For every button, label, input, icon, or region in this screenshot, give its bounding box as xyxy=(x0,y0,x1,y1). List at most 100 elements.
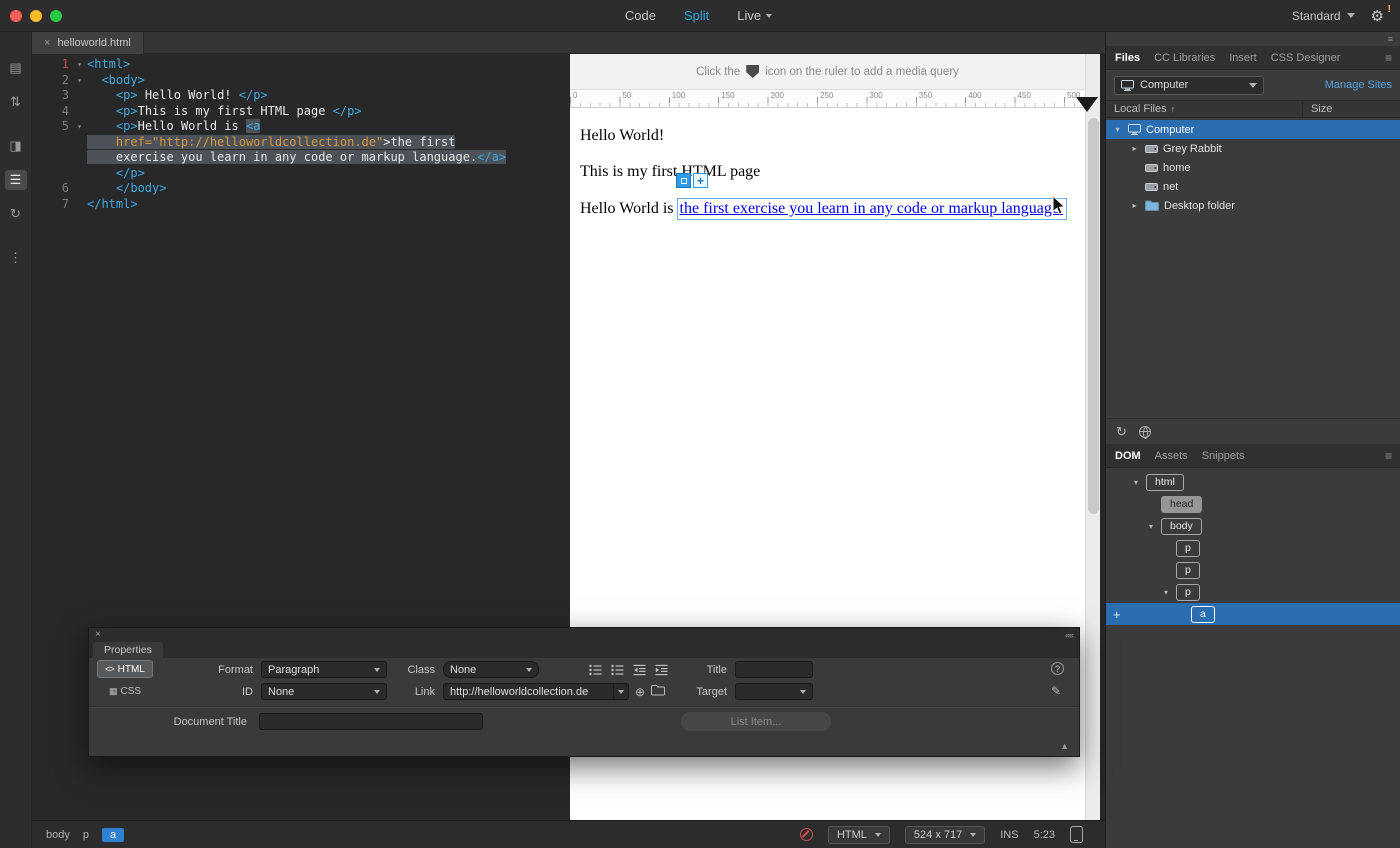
indent-icon[interactable] xyxy=(652,661,671,678)
chevron-down-icon[interactable] xyxy=(613,684,628,699)
properties-tab[interactable]: Properties xyxy=(93,642,163,658)
tab-assets[interactable]: Assets xyxy=(1155,450,1188,462)
dom-tag-pill[interactable]: a xyxy=(1191,606,1215,623)
live-view-options-icon[interactable]: ◨ xyxy=(5,136,27,156)
tab-files[interactable]: Files xyxy=(1115,52,1140,64)
file-tree-item-desktop-folder[interactable]: ▸Desktop folder xyxy=(1106,196,1400,215)
outdent-icon[interactable] xyxy=(630,661,649,678)
tag-selector-body[interactable]: body xyxy=(46,829,70,841)
file-tree-item-net[interactable]: net xyxy=(1106,177,1400,196)
connect-server-icon[interactable] xyxy=(1139,426,1151,438)
code-line[interactable]: 6 </body> xyxy=(32,181,570,197)
close-window-button[interactable] xyxy=(10,10,22,22)
code-line[interactable]: 4 <p>This is my first HTML page </p> xyxy=(32,104,570,120)
more-options-icon[interactable]: ⋮ xyxy=(5,248,27,268)
manage-sites-link[interactable]: Manage Sites xyxy=(1325,79,1392,91)
collapse-icon[interactable]: «« xyxy=(1065,630,1073,640)
window-size-select[interactable]: 524 x 717 xyxy=(905,826,985,844)
browse-folder-icon[interactable] xyxy=(651,684,665,699)
media-query-pointer-icon[interactable] xyxy=(1076,97,1098,112)
html-mode-button[interactable]: <> HTML xyxy=(97,660,153,678)
code-line[interactable]: </p> xyxy=(32,166,570,182)
dom-node-p[interactable]: p xyxy=(1106,559,1400,581)
format-source-icon[interactable]: ☰ xyxy=(5,170,27,190)
panel-menu-icon[interactable]: ≡ xyxy=(1385,449,1392,463)
element-display-button[interactable] xyxy=(676,173,691,188)
dom-node-p[interactable]: ▾p xyxy=(1106,581,1400,603)
selected-link[interactable]: the first exercise you learn in any code… xyxy=(678,199,1066,219)
ordered-list-icon[interactable] xyxy=(608,661,627,678)
code-line[interactable]: 7</html> xyxy=(32,197,570,213)
paragraph[interactable]: Hello World! xyxy=(580,127,1075,145)
collapse-up-icon[interactable]: ▲ xyxy=(1060,741,1069,751)
code-line[interactable]: 3 <p> Hello World! </p> xyxy=(32,88,570,104)
chevron-right-icon[interactable]: ▸ xyxy=(1129,144,1140,153)
workspace-switcher[interactable]: Standard xyxy=(1292,9,1355,23)
recent-snippets-icon[interactable]: ↻ xyxy=(5,204,27,224)
paragraph[interactable]: Hello World is the first exercise you le… xyxy=(580,200,1075,218)
refresh-icon[interactable]: ↻ xyxy=(1116,424,1127,440)
tab-cc-libraries[interactable]: CC Libraries xyxy=(1154,52,1215,64)
column-size[interactable]: Size xyxy=(1302,101,1332,117)
format-select[interactable]: Paragraph xyxy=(261,661,387,678)
file-management-icon[interactable]: ⇅ xyxy=(5,92,27,112)
tab-snippets[interactable]: Snippets xyxy=(1202,450,1245,462)
dom-tag-pill[interactable]: body xyxy=(1161,518,1202,535)
column-local-files[interactable]: Local Files xyxy=(1114,103,1167,115)
css-mode-button[interactable]: ▦ CSS xyxy=(97,682,153,700)
insert-element-button[interactable]: + xyxy=(693,173,708,188)
target-select[interactable] xyxy=(735,683,813,700)
dom-node-a[interactable]: +a xyxy=(1106,603,1400,625)
dom-tag-pill[interactable]: head xyxy=(1161,496,1202,513)
error-indicator-icon[interactable] xyxy=(800,828,813,841)
list-item-button[interactable]: List Item... xyxy=(681,712,831,731)
dom-tag-pill[interactable]: p xyxy=(1176,562,1200,579)
quick-tag-edit-icon[interactable]: ✎ xyxy=(1051,684,1061,698)
code-fold-icon[interactable]: ▾ xyxy=(72,57,87,73)
close-icon[interactable]: × xyxy=(95,630,101,640)
code-fold-icon[interactable]: ▾ xyxy=(72,73,87,89)
tab-dom[interactable]: DOM xyxy=(1115,450,1141,462)
code-line[interactable]: href="http://helloworldcollection.de">th… xyxy=(32,135,570,151)
dom-node-head[interactable]: head xyxy=(1106,493,1400,515)
minimize-window-button[interactable] xyxy=(30,10,42,22)
zoom-window-button[interactable] xyxy=(50,10,62,22)
help-icon[interactable]: ? xyxy=(1051,662,1064,675)
file-tree-item-computer[interactable]: ▾Computer xyxy=(1106,120,1400,139)
rendered-page[interactable]: Hello World! This is my first HTML page … xyxy=(570,108,1085,218)
panel-collapse-icon[interactable]: ≡ xyxy=(1388,34,1393,44)
tag-selector-p[interactable]: p xyxy=(83,829,89,841)
tab-insert[interactable]: Insert xyxy=(1229,52,1257,64)
view-mode-live[interactable]: Live xyxy=(737,8,772,23)
id-select[interactable]: None xyxy=(261,683,387,700)
open-documents-icon[interactable]: ▤ xyxy=(5,58,27,78)
dom-tag-pill[interactable]: p xyxy=(1176,540,1200,557)
dom-node-html[interactable]: ▾html xyxy=(1106,471,1400,493)
chevron-down-icon[interactable]: ▾ xyxy=(1130,478,1142,487)
ruler[interactable]: 050100150200250300350400450500 xyxy=(570,90,1085,108)
tag-selector-a[interactable]: a xyxy=(102,828,124,842)
document-tab[interactable]: × helloworld.html xyxy=(32,32,144,54)
document-title-input[interactable] xyxy=(259,713,483,730)
dom-node-p[interactable]: p xyxy=(1106,537,1400,559)
code-line[interactable]: exercise you learn in any code or markup… xyxy=(32,150,570,166)
dom-tag-pill[interactable]: p xyxy=(1176,584,1200,601)
tab-css-designer[interactable]: CSS Designer xyxy=(1271,52,1341,64)
dom-node-body[interactable]: ▾body xyxy=(1106,515,1400,537)
paragraph[interactable]: This is my first HTML page xyxy=(580,163,1075,181)
code-line[interactable]: 1▾<html> xyxy=(32,57,570,73)
site-selector[interactable]: Computer xyxy=(1114,76,1264,95)
doctype-select[interactable]: HTML xyxy=(828,826,890,844)
scrollbar-thumb[interactable] xyxy=(1088,118,1099,514)
class-select[interactable]: None xyxy=(443,661,539,678)
chevron-down-icon[interactable]: ▾ xyxy=(1160,588,1172,597)
code-line[interactable]: 2▾ <body> xyxy=(32,73,570,89)
code-line[interactable]: 5▾ <p>Hello World is <a xyxy=(32,119,570,135)
code-fold-icon[interactable]: ▾ xyxy=(72,119,87,135)
device-preview-icon[interactable] xyxy=(1070,826,1083,843)
panel-menu-icon[interactable]: ≡ xyxy=(1385,51,1392,65)
close-tab-icon[interactable]: × xyxy=(44,37,50,49)
file-tree-item-home[interactable]: home xyxy=(1106,158,1400,177)
chevron-right-icon[interactable]: ▸ xyxy=(1129,201,1140,210)
unordered-list-icon[interactable] xyxy=(586,661,605,678)
